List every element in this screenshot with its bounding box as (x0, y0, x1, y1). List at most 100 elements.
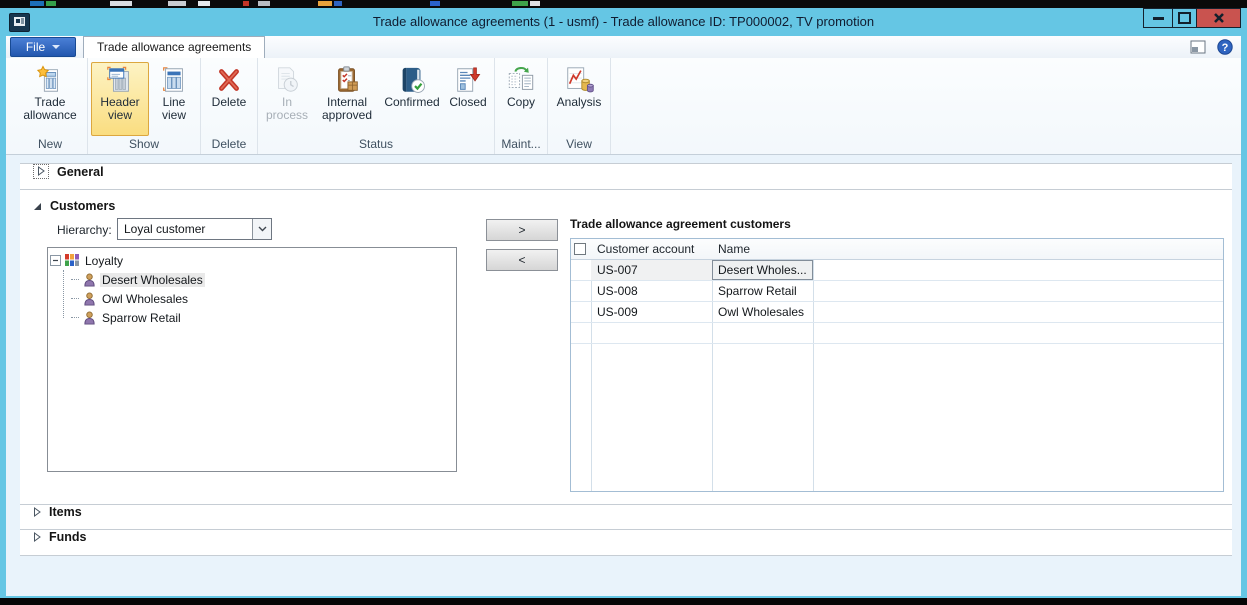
hierarchy-label: Hierarchy: (57, 223, 112, 237)
window-title: Trade allowance agreements (1 - usmf) - … (0, 8, 1247, 36)
grid-row-us-007[interactable]: US-007 Desert Wholes... (571, 260, 1223, 281)
ribbon-group-maintain: Copy Maint... (495, 58, 548, 154)
group-caption-show: Show (91, 137, 197, 154)
section-items[interactable]: Items (20, 505, 1232, 530)
form-content: General Customers Hierarchy: Loyal custo… (6, 155, 1241, 596)
loyalty-group-icon (65, 254, 79, 267)
tree-connector (71, 317, 79, 318)
column-header-customer-account[interactable]: Customer account (597, 242, 694, 256)
window-panes-icon[interactable] (1190, 40, 1207, 54)
expander-collapsed-icon[interactable] (33, 532, 41, 542)
person-icon (83, 311, 96, 325)
analysis-button[interactable]: Analysis (551, 62, 607, 136)
fasttab-panel: General Customers Hierarchy: Loyal custo… (20, 163, 1232, 556)
chevron-down-icon (258, 226, 267, 232)
group-caption-new: New (16, 137, 84, 154)
section-funds-label: Funds (49, 530, 87, 544)
in-process-button: In process (261, 62, 313, 136)
ribbon-group-view: Analysis View (548, 58, 611, 154)
delete-button[interactable]: Delete (204, 62, 254, 136)
confirmed-button[interactable]: Confirmed (381, 62, 443, 136)
section-general[interactable]: General (20, 164, 1232, 190)
clipboard-icon (332, 65, 362, 95)
copy-icon (506, 65, 536, 95)
grid-title: Trade allowance agreement customers (570, 217, 791, 231)
titlebar[interactable]: Trade allowance agreements (1 - usmf) - … (0, 8, 1247, 36)
grid-empty-row[interactable] (571, 323, 1223, 344)
hierarchy-combobox[interactable]: Loyal customer (117, 218, 272, 240)
tree-root-row[interactable]: Loyalty (50, 251, 454, 270)
hierarchy-value: Loyal customer (118, 222, 252, 236)
expander-collapsed-icon[interactable] (33, 507, 41, 517)
group-caption-status: Status (261, 137, 491, 154)
chevron-down-icon (52, 45, 60, 49)
copy-button[interactable]: Copy (498, 62, 544, 136)
select-all-checkbox[interactable] (574, 243, 586, 255)
hierarchy-dropdown-button[interactable] (252, 219, 271, 239)
collapse-minus-icon[interactable] (50, 255, 61, 266)
minimize-button[interactable] (1143, 8, 1173, 28)
expander-collapsed-icon[interactable] (37, 166, 45, 176)
line-view-button[interactable]: Line view (151, 62, 197, 136)
tree-item-desert-wholesales[interactable]: Desert Wholesales (71, 270, 454, 289)
section-customers-label: Customers (50, 199, 115, 213)
trade-allowance-button[interactable]: Trade allowance (16, 62, 84, 136)
ribbon-group-status: In process Internal approved (258, 58, 495, 154)
minimize-icon (1153, 17, 1164, 20)
ribbon: Trade allowance New (6, 58, 1241, 155)
book-check-icon (397, 65, 427, 95)
analysis-chart-icon (564, 65, 594, 95)
closed-doc-icon (453, 65, 483, 95)
customer-hierarchy-tree[interactable]: Loyalty Desert Wholesales (47, 247, 457, 472)
tree-connector (63, 270, 64, 318)
svg-text:?: ? (1222, 42, 1229, 54)
ribbon-group-show: Header view Line view Show (88, 58, 201, 154)
customers-grid[interactable]: Customer account Name US-007 Desert Whol… (570, 238, 1224, 492)
desktop-background-sliver (0, 0, 1247, 8)
section-customers-header[interactable]: Customers (20, 190, 1232, 213)
general-expander-focus (33, 164, 49, 179)
grid-row-us-008[interactable]: US-008 Sparrow Retail (571, 281, 1223, 302)
delete-x-icon (214, 65, 244, 95)
section-items-label: Items (49, 505, 82, 519)
taskbar-strip (0, 598, 1247, 605)
close-icon (1213, 12, 1225, 24)
tree-item-owl-wholesales[interactable]: Owl Wholesales (71, 289, 454, 308)
tree-connector (71, 298, 79, 299)
app-window: Trade allowance agreements (1 - usmf) - … (0, 8, 1247, 598)
file-menu-button[interactable]: File (10, 37, 76, 57)
maximize-icon (1178, 12, 1191, 24)
ribbon-group-delete: Delete Delete (201, 58, 258, 154)
ribbon-group-new: Trade allowance New (13, 58, 88, 154)
move-left-button[interactable]: < (486, 249, 558, 271)
section-customers: Customers Hierarchy: Loyal customer (20, 190, 1232, 505)
grid-header-row[interactable]: Customer account Name (571, 239, 1223, 260)
tree-connector (71, 279, 79, 280)
closed-button[interactable]: Closed (445, 62, 491, 136)
line-view-icon (159, 65, 189, 95)
tree-item-sparrow-retail[interactable]: Sparrow Retail (71, 308, 454, 327)
group-caption-delete: Delete (204, 137, 254, 154)
menu-tab-row: File Trade allowance agreements ? (6, 36, 1241, 58)
header-view-button[interactable]: Header view (91, 62, 149, 136)
maximize-button[interactable] (1172, 8, 1197, 28)
group-caption-maintain: Maint... (498, 137, 544, 154)
new-document-icon (35, 65, 65, 95)
move-right-button[interactable]: > (486, 219, 558, 241)
in-process-icon (272, 65, 302, 95)
expander-expanded-icon[interactable] (33, 202, 42, 211)
file-menu-label: File (26, 40, 45, 54)
person-icon (83, 273, 96, 287)
close-button[interactable] (1196, 8, 1241, 28)
group-caption-view: View (551, 137, 607, 154)
column-header-name[interactable]: Name (718, 242, 750, 256)
person-icon (83, 292, 96, 306)
internal-approved-button[interactable]: Internal approved (315, 62, 379, 136)
tab-trade-allowance-agreements[interactable]: Trade allowance agreements (83, 36, 265, 58)
help-icon[interactable]: ? (1217, 39, 1233, 55)
section-general-label: General (57, 165, 104, 179)
grid-row-us-009[interactable]: US-009 Owl Wholesales (571, 302, 1223, 323)
tree-root-label[interactable]: Loyalty (83, 254, 125, 268)
section-funds[interactable]: Funds (20, 530, 1232, 556)
header-view-icon (105, 65, 135, 95)
